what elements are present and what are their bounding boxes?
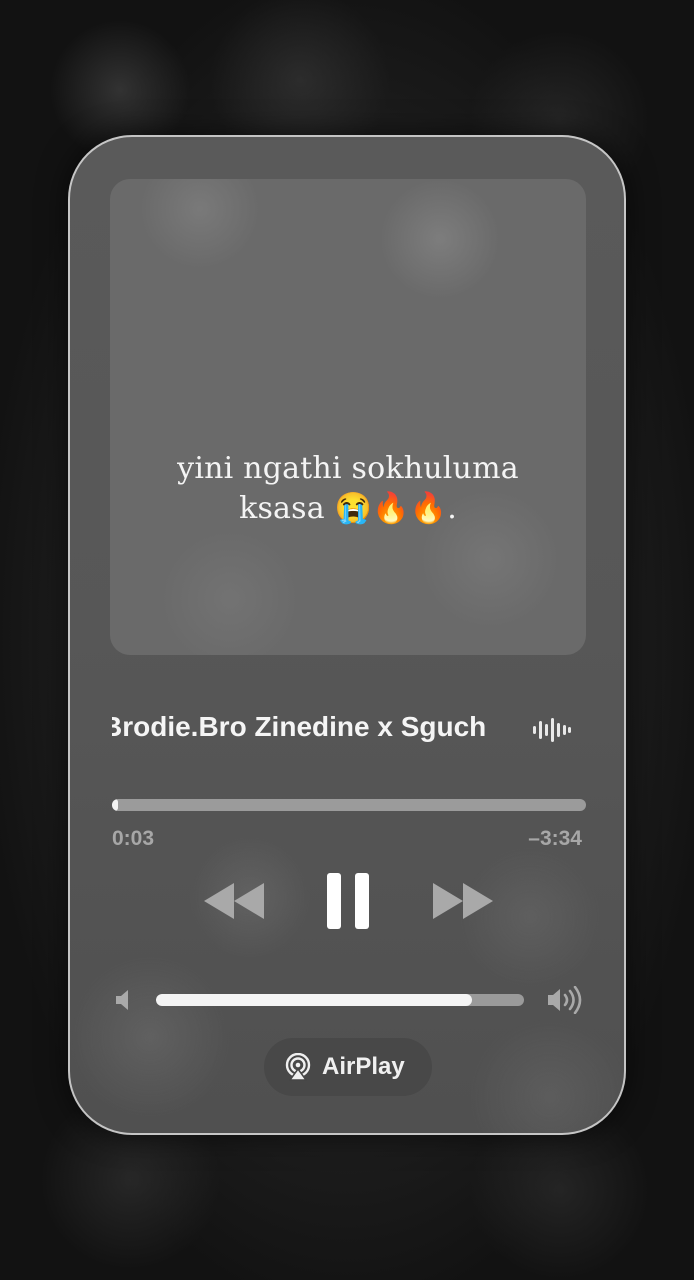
volume-level-fill bbox=[156, 994, 473, 1006]
airplay-button[interactable]: AirPlay bbox=[264, 1038, 432, 1096]
elapsed-time: 0:03 bbox=[112, 827, 155, 850]
airplay-icon bbox=[285, 1053, 311, 1081]
playback-progress-fill bbox=[112, 799, 119, 811]
playback-scrubber[interactable] bbox=[112, 799, 586, 811]
artwork-caption: yini ngathi sokhuluma ksasa 😭🔥🔥. bbox=[177, 451, 519, 526]
track-title-marquee[interactable]: Brodie.Bro Zinedine x Sguch bbox=[112, 705, 508, 755]
speaker-high-icon bbox=[548, 986, 582, 1014]
track-title: Brodie.Bro Zinedine x Sguch bbox=[112, 711, 487, 742]
volume-slider[interactable] bbox=[156, 994, 524, 1006]
speaker-low-icon bbox=[116, 990, 128, 1010]
album-artwork: yini ngathi sokhuluma ksasa 😭🔥🔥. bbox=[110, 179, 586, 655]
airplay-label: AirPlay bbox=[322, 1053, 405, 1080]
now-playing-panel: yini ngathi sokhuluma ksasa 😭🔥🔥. Brodie.… bbox=[68, 135, 626, 1135]
remaining-time: –3:34 bbox=[528, 827, 582, 850]
pause-icon[interactable] bbox=[325, 871, 371, 931]
fast-forward-icon[interactable] bbox=[431, 881, 495, 921]
rewind-icon[interactable] bbox=[202, 881, 266, 921]
waveform-icon[interactable] bbox=[532, 715, 572, 745]
track-info: Brodie.Bro Zinedine x Sguch bbox=[112, 705, 582, 755]
